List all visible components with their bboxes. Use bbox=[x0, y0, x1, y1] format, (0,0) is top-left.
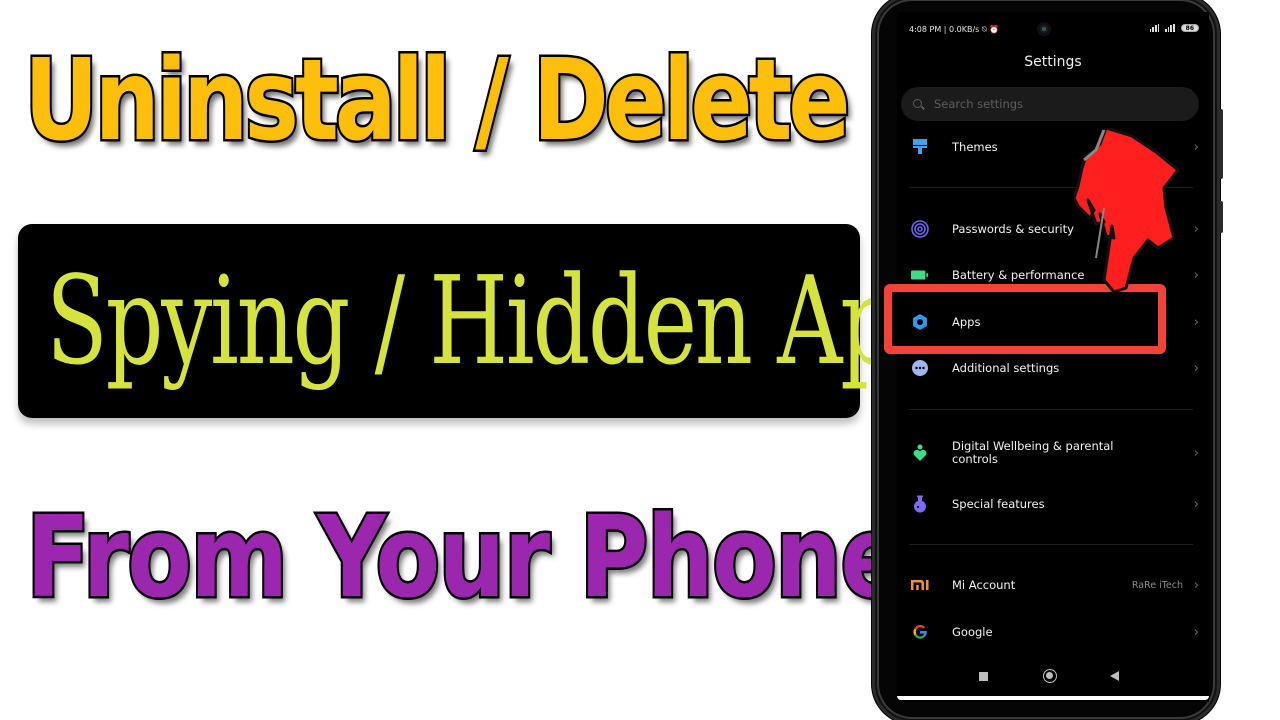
google-icon bbox=[911, 623, 929, 641]
status-bar: 4:08 PM | 0.0KB/s ⍉ ⏰ 86 bbox=[909, 24, 1199, 38]
navigation-bar bbox=[897, 664, 1209, 688]
recents-button[interactable] bbox=[979, 672, 988, 681]
headline-from-your-phone: From Your Phone bbox=[24, 491, 906, 626]
settings-item-additional-settings[interactable]: Additional settings › bbox=[897, 350, 1209, 386]
chevron-right-icon: › bbox=[1193, 624, 1199, 640]
chevron-right-icon: › bbox=[1193, 267, 1199, 283]
chevron-right-icon: › bbox=[1193, 577, 1199, 593]
status-right: 86 bbox=[1149, 24, 1199, 32]
chevron-right-icon: › bbox=[1193, 139, 1199, 155]
phone-screen: 4:08 PM | 0.0KB/s ⍉ ⏰ 86 Settings Themes… bbox=[897, 12, 1209, 702]
battery-indicator: 86 bbox=[1180, 24, 1199, 32]
themes-icon bbox=[911, 138, 929, 156]
signal-icon bbox=[1149, 24, 1160, 32]
status-left: 4:08 PM | 0.0KB/s ⍉ ⏰ bbox=[909, 25, 999, 35]
mi-logo-icon bbox=[911, 576, 929, 594]
chevron-right-icon: › bbox=[1193, 496, 1199, 512]
page-title: Settings bbox=[1024, 54, 1082, 70]
status-time: 4:08 PM bbox=[909, 25, 942, 34]
settings-item-label: Special features bbox=[952, 496, 1045, 511]
search-input[interactable] bbox=[934, 97, 1164, 111]
settings-item-label: Mi Account bbox=[952, 577, 1016, 592]
volume-button bbox=[1219, 109, 1223, 179]
fingerprint-icon bbox=[911, 220, 929, 238]
settings-item-mi-account[interactable]: Mi Account RaRe iTech › bbox=[897, 567, 1209, 603]
chevron-right-icon: › bbox=[1193, 445, 1199, 461]
divider bbox=[909, 544, 1193, 545]
back-button[interactable] bbox=[1110, 671, 1119, 681]
alarm-icon: ⏰ bbox=[989, 25, 1000, 34]
settings-item-label: Digital Wellbeing & parental controls bbox=[952, 439, 1114, 466]
battery-icon bbox=[911, 266, 929, 284]
settings-item-label: Additional settings bbox=[952, 360, 1060, 375]
search-bar[interactable] bbox=[901, 87, 1199, 121]
divider bbox=[909, 409, 1193, 410]
power-button bbox=[1219, 201, 1223, 233]
headline-uninstall-delete: Uninstall / Delete bbox=[22, 34, 853, 169]
screen-bottom-edge bbox=[897, 696, 1209, 700]
settings-item-label: Google bbox=[952, 624, 993, 639]
signal-4g-icon bbox=[1165, 24, 1175, 32]
chevron-right-icon: › bbox=[1193, 221, 1199, 237]
home-button[interactable] bbox=[1043, 669, 1057, 683]
account-name: RaRe iTech bbox=[1131, 579, 1183, 591]
front-camera bbox=[1037, 22, 1051, 36]
pointing-hand-icon bbox=[1074, 128, 1180, 294]
settings-item-digital-wellbeing[interactable]: Digital Wellbeing & parental controls › bbox=[897, 435, 1209, 471]
headline-spying-hidden-apps: Spying / Hidden Apps bbox=[46, 250, 998, 392]
status-network-speed: 0.0KB/s bbox=[949, 25, 980, 34]
chevron-right-icon: › bbox=[1193, 360, 1199, 376]
settings-item-google[interactable]: Google › bbox=[897, 614, 1209, 650]
wellbeing-icon bbox=[911, 444, 929, 462]
flask-icon bbox=[911, 495, 929, 513]
notification-off-icon: ⍉ bbox=[981, 25, 987, 34]
headline-banner: Spying / Hidden Apps bbox=[18, 224, 998, 418]
search-icon bbox=[913, 98, 924, 110]
chevron-right-icon: › bbox=[1193, 314, 1199, 330]
settings-item-special-features[interactable]: Special features › bbox=[897, 486, 1209, 522]
more-icon bbox=[911, 359, 929, 377]
